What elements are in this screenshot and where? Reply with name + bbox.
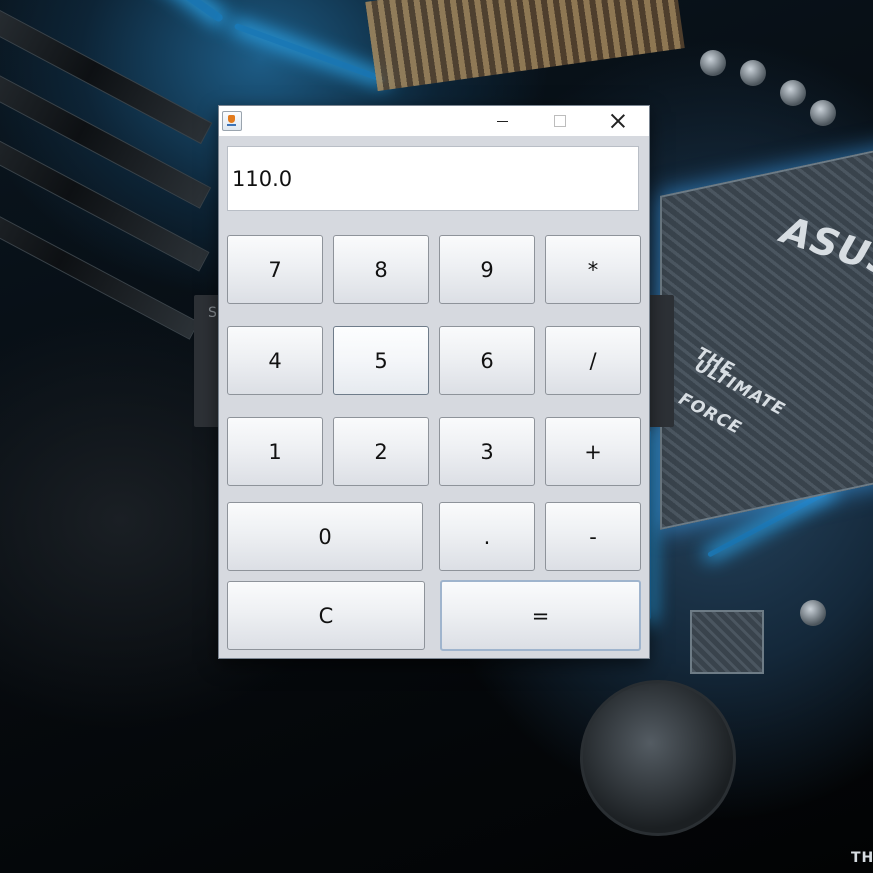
key-6[interactable]: 6	[439, 326, 535, 395]
key-decimal[interactable]: .	[439, 502, 535, 571]
key-2[interactable]: 2	[333, 417, 429, 486]
result-display[interactable]: 110.0	[227, 146, 639, 211]
key-4[interactable]: 4	[227, 326, 323, 395]
maximize-icon	[554, 115, 566, 127]
wallpaper-capacitor	[800, 600, 826, 626]
close-button[interactable]	[589, 106, 647, 136]
key-5[interactable]: 5	[333, 326, 429, 395]
title-bar[interactable]	[219, 106, 649, 136]
display-value: 110.0	[232, 166, 293, 191]
wallpaper-capacitor	[700, 50, 726, 76]
key-1[interactable]: 1	[227, 417, 323, 486]
key-3[interactable]: 3	[439, 417, 535, 486]
close-icon	[611, 114, 625, 128]
key-equals[interactable]: =	[440, 580, 641, 651]
wallpaper-corner-text: TH	[851, 850, 873, 866]
java-app-icon[interactable]	[222, 111, 242, 131]
key-multiply[interactable]: *	[545, 235, 641, 304]
wallpaper-capacitor	[780, 80, 806, 106]
wallpaper-capacitor	[810, 100, 836, 126]
key-divide[interactable]: /	[545, 326, 641, 395]
wallpaper-battery	[580, 680, 736, 836]
maximize-button[interactable]	[531, 106, 589, 136]
wallpaper-capacitor	[740, 60, 766, 86]
minimize-icon	[496, 120, 508, 122]
minimize-button[interactable]	[473, 106, 531, 136]
key-0[interactable]: 0	[227, 502, 423, 571]
key-plus[interactable]: +	[545, 417, 641, 486]
wallpaper-cpu-chip	[660, 144, 873, 530]
key-8[interactable]: 8	[333, 235, 429, 304]
background-window-title: S	[208, 305, 217, 321]
key-clear[interactable]: C	[227, 581, 425, 650]
key-minus[interactable]: -	[545, 502, 641, 571]
key-7[interactable]: 7	[227, 235, 323, 304]
wallpaper-small-chip	[690, 610, 764, 674]
key-9[interactable]: 9	[439, 235, 535, 304]
calculator-window: 110.0 7 8 9 * 4 5 6 / 1 2 3 + 0 . - C =	[219, 106, 649, 658]
